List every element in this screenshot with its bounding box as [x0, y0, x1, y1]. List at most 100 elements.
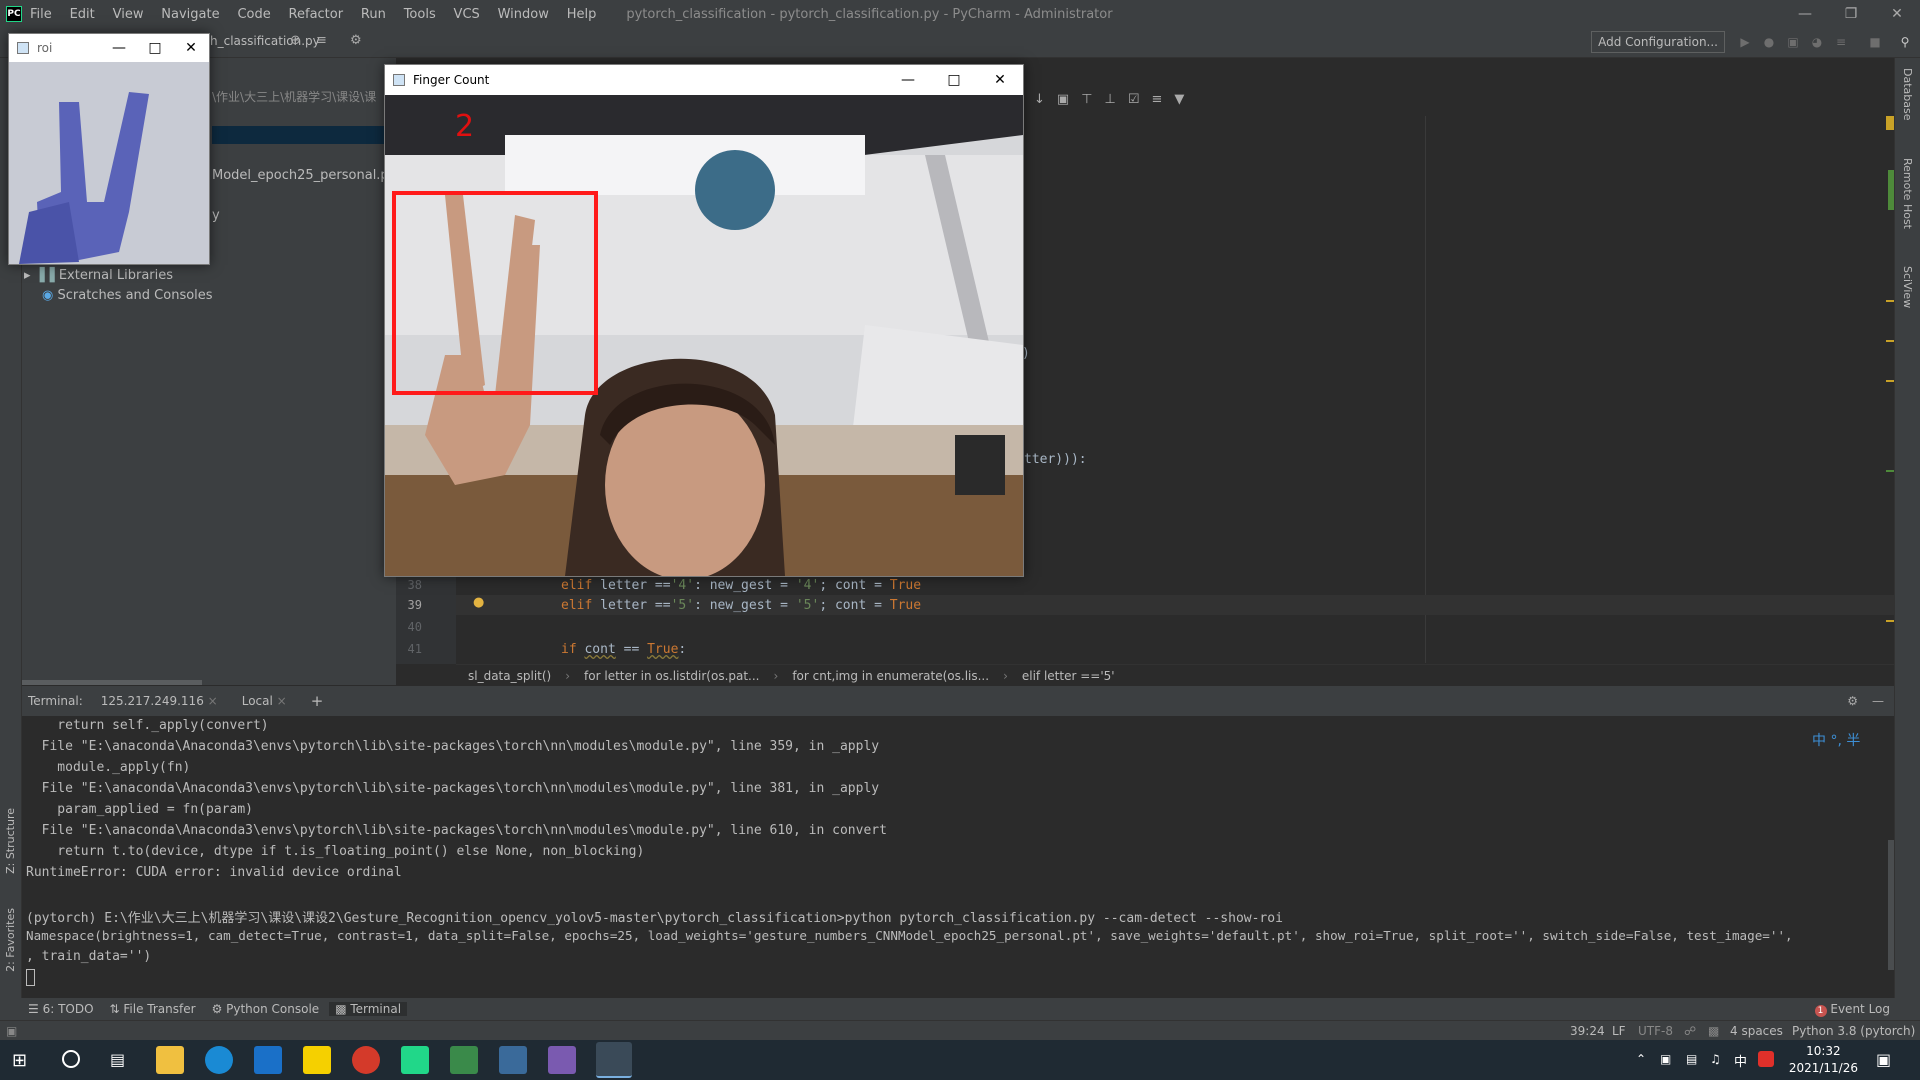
menu-run[interactable]: Run [361, 7, 386, 22]
database-tab[interactable]: Database [1901, 68, 1914, 121]
maximize-icon[interactable]: □ [137, 40, 173, 56]
close-icon[interactable]: ✕ [977, 72, 1023, 88]
file-transfer-tab[interactable]: ⇅ File Transfer [104, 1002, 202, 1016]
sogou-icon[interactable] [1758, 1051, 1774, 1067]
run-concurrency-icon[interactable]: ≡ [1834, 35, 1848, 49]
system-clock[interactable]: 10:32 2021/11/26 [1789, 1043, 1858, 1077]
photo-app-icon[interactable] [499, 1046, 527, 1074]
ime-button[interactable]: 中 [1734, 1051, 1747, 1070]
add-configuration-button[interactable]: Add Configuration... [1591, 31, 1725, 53]
app-icon[interactable] [450, 1046, 478, 1074]
close-icon[interactable]: ✕ [173, 40, 209, 56]
menu-navigate[interactable]: Navigate [161, 7, 219, 22]
mail-icon[interactable] [254, 1046, 282, 1074]
menu-tools[interactable]: Tools [404, 7, 436, 22]
align2-icon[interactable]: ⊥ [1105, 92, 1116, 107]
warning-marker[interactable] [1886, 620, 1894, 622]
debug-icon[interactable]: ● [1762, 35, 1776, 49]
browser-icon[interactable] [352, 1046, 380, 1074]
new-terminal-button[interactable]: + [311, 692, 324, 710]
terminal-scrollbar[interactable] [1888, 840, 1894, 970]
minimize-icon[interactable]: — [101, 40, 137, 56]
monitor-icon[interactable]: ▤ [1686, 1052, 1697, 1066]
horizontal-scrollbar[interactable] [22, 680, 202, 685]
locate-icon[interactable]: ⊕ [290, 33, 301, 48]
search-icon[interactable]: ⚲ [1898, 35, 1912, 49]
roi-window[interactable]: roi — □ ✕ [8, 33, 210, 265]
indent-setting[interactable]: 4 spaces [1730, 1024, 1783, 1038]
remote-host-tab[interactable]: Remote Host [1901, 158, 1914, 229]
star-app-icon[interactable] [548, 1046, 576, 1074]
breadcrumb-item[interactable]: elif letter =='5' [1022, 669, 1115, 683]
favorites-tab[interactable]: 2: Favorites [4, 908, 17, 972]
profile-icon[interactable]: ◕ [1810, 35, 1824, 49]
editor-tab-label[interactable]: h_classification.py [210, 34, 320, 48]
menu-window[interactable]: Window [498, 7, 549, 22]
menu-refactor[interactable]: Refactor [289, 7, 344, 22]
opencv-window-icon[interactable] [596, 1042, 632, 1078]
stop-icon[interactable]: ■ [1868, 35, 1882, 49]
breadcrumb-item[interactable]: for cnt,img in enumerate(os.lis... [792, 669, 989, 683]
structure-tab[interactable]: Z: Structure [4, 808, 17, 874]
windows-start-icon[interactable]: ⊞ [12, 1050, 27, 1071]
sciview-tab[interactable]: SciView [1901, 266, 1914, 308]
sort-icon[interactable]: ≡ [1152, 92, 1163, 107]
todo-tab[interactable]: ☰ 6: TODO [22, 1002, 100, 1016]
tree-item-partial[interactable]: y [212, 208, 220, 223]
finger-count-window[interactable]: Finger Count — □ ✕ 2 [384, 64, 1024, 577]
arrow-down-icon[interactable]: ↓ [1034, 92, 1045, 107]
filter-icon[interactable]: ▼ [1174, 92, 1184, 107]
warning-marker[interactable] [1886, 300, 1894, 302]
warning-marker[interactable] [1886, 116, 1894, 130]
breadcrumb-item[interactable]: sl_data_split() [468, 669, 551, 683]
restore-icon[interactable]: ❐ [1828, 0, 1874, 28]
tree-item-scratches[interactable]: ◉ Scratches and Consoles [42, 288, 213, 303]
close-tab-icon[interactable]: × [277, 694, 287, 708]
lock-icon[interactable]: ☍ [1684, 1024, 1696, 1038]
memory-icon[interactable]: ▩ [1708, 1024, 1719, 1038]
close-tab-icon[interactable]: × [208, 694, 218, 708]
layout-icon[interactable]: ▣ [6, 1024, 17, 1038]
menu-edit[interactable]: Edit [70, 7, 95, 22]
save-icon[interactable]: ▣ [1057, 92, 1069, 107]
tree-item-external-libraries[interactable]: ▸ ▐▐ External Libraries [24, 268, 173, 283]
ime-indicator[interactable]: 中 °, 半 [1808, 730, 1865, 750]
sticky-notes-icon[interactable] [303, 1046, 331, 1074]
run-icon[interactable]: ▶ [1738, 35, 1752, 49]
gear-icon[interactable]: ⚙ [1847, 694, 1858, 708]
menu-view[interactable]: View [113, 7, 144, 22]
search-icon[interactable] [62, 1050, 80, 1068]
file-explorer-icon[interactable] [156, 1046, 184, 1074]
pycharm-icon[interactable] [401, 1046, 429, 1074]
collapse-icon[interactable]: ≡ [316, 33, 327, 48]
terminal-tab-local[interactable]: Local × [236, 694, 293, 708]
change-marker[interactable] [1886, 470, 1894, 472]
breadcrumb-item[interactable]: for letter in os.listdir(os.pat... [584, 669, 759, 683]
close-icon[interactable]: ✕ [1874, 0, 1920, 28]
caret-position[interactable]: 39:24 [1570, 1024, 1605, 1038]
gear-icon[interactable]: ⚙ [350, 33, 362, 48]
tray-chevron-icon[interactable]: ⌃ [1636, 1052, 1646, 1066]
interpreter[interactable]: Python 3.8 (pytorch) [1792, 1024, 1915, 1038]
menu-file[interactable]: File [30, 7, 52, 22]
python-console-tab[interactable]: ⚙ Python Console [206, 1002, 326, 1016]
minimize-icon[interactable]: — [885, 72, 931, 88]
task-view-icon[interactable]: ▤ [110, 1050, 125, 1069]
tree-item-model-file[interactable]: Model_epoch25_personal.pt [212, 168, 394, 183]
network-icon[interactable]: ▣ [1660, 1052, 1671, 1066]
encoding[interactable]: UTF-8 [1638, 1024, 1673, 1038]
warning-marker[interactable] [1886, 340, 1894, 342]
edge-icon[interactable] [205, 1046, 233, 1074]
checklist-icon[interactable]: ☑ [1128, 92, 1140, 107]
menu-vcs[interactable]: VCS [454, 7, 480, 22]
menu-code[interactable]: Code [237, 7, 270, 22]
align-icon[interactable]: ⊤ [1081, 92, 1092, 107]
lightbulb-icon[interactable]: ● [473, 595, 484, 610]
minimize-icon[interactable]: — [1782, 0, 1828, 28]
terminal-tab[interactable]: ▩ Terminal [329, 1002, 408, 1016]
menu-help[interactable]: Help [567, 7, 597, 22]
notification-icon[interactable]: ▣ [1876, 1050, 1891, 1069]
warning-marker[interactable] [1886, 380, 1894, 382]
expand-arrow-icon[interactable]: ▸ [24, 268, 31, 283]
volume-icon[interactable]: ♫ [1710, 1052, 1721, 1066]
